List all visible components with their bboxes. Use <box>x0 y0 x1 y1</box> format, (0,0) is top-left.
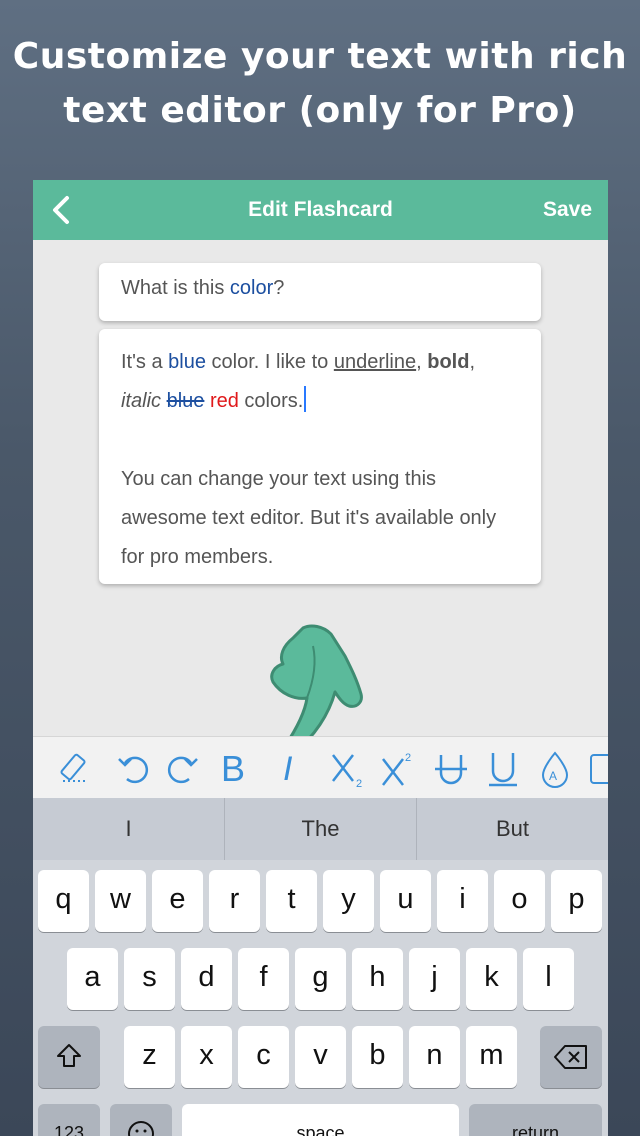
answer-underlined-word: underline <box>333 351 417 373</box>
promo-line-2: text editor (only for Pro) <box>63 90 577 131</box>
key-h[interactable]: h <box>352 948 403 1010</box>
answer-red-word: red <box>209 390 239 412</box>
key-e[interactable]: e <box>152 870 203 932</box>
answer-text: , <box>416 351 428 373</box>
key-y[interactable]: y <box>323 870 374 932</box>
key-o[interactable]: o <box>494 870 545 932</box>
bold-icon[interactable]: B <box>221 749 261 789</box>
key-b[interactable]: b <box>352 1026 403 1088</box>
svg-text:2: 2 <box>356 778 362 789</box>
key-j[interactable]: j <box>409 948 460 1010</box>
promo-line-1: Customize your text with rich <box>12 36 628 77</box>
question-suffix: ? <box>273 277 285 299</box>
strikethrough-icon[interactable] <box>431 749 471 789</box>
phone-screen: Edit Flashcard Save What is this color? … <box>33 180 608 1136</box>
key-p[interactable]: p <box>551 870 602 932</box>
key-x[interactable]: x <box>181 1026 232 1088</box>
key-u[interactable]: u <box>380 870 431 932</box>
key-d[interactable]: d <box>181 948 232 1010</box>
key-z[interactable]: z <box>124 1026 175 1088</box>
subscript-icon[interactable]: 2 <box>329 749 369 790</box>
underline-icon[interactable] <box>483 749 523 789</box>
delete-icon <box>554 1045 587 1069</box>
space-key[interactable]: space <box>182 1104 459 1136</box>
question-field[interactable]: What is this color? <box>99 263 541 321</box>
key-a[interactable]: a <box>67 948 118 1010</box>
key-c[interactable]: c <box>238 1026 289 1088</box>
text-cursor <box>304 386 307 412</box>
answer-italic-word: italic <box>121 390 162 412</box>
delete-key[interactable] <box>540 1026 602 1088</box>
key-w[interactable]: w <box>95 870 146 932</box>
svg-text:A: A <box>549 769 557 783</box>
numbers-key[interactable]: 123 <box>38 1104 100 1136</box>
key-f[interactable]: f <box>238 948 289 1010</box>
answer-paragraph-1: It's a blue color. I like to underline, … <box>121 343 519 421</box>
answer-paragraph-2: You can change your text using this awes… <box>121 468 497 568</box>
predictive-text-bar: I The But <box>33 798 608 860</box>
italic-icon[interactable]: I <box>283 749 323 789</box>
svg-text:2: 2 <box>405 752 411 764</box>
undo-icon[interactable] <box>113 749 153 789</box>
answer-text: color. I like to <box>205 351 334 373</box>
answer-blue-word: blue <box>168 351 206 373</box>
navigation-bar: Edit Flashcard Save <box>33 180 608 240</box>
key-i[interactable]: i <box>437 870 488 932</box>
text-color-icon[interactable]: A <box>535 749 575 789</box>
key-n[interactable]: n <box>409 1026 460 1088</box>
redo-icon[interactable] <box>163 749 203 789</box>
key-g[interactable]: g <box>295 948 346 1010</box>
answer-text: , <box>469 351 476 373</box>
answer-field[interactable]: It's a blue color. I like to underline, … <box>99 329 541 584</box>
suggestion-3[interactable]: But <box>417 798 608 860</box>
promo-headline: Customize your text with rich text edito… <box>0 30 640 138</box>
answer-strikethrough-word: blue <box>166 390 205 412</box>
shift-icon <box>57 1044 81 1067</box>
emoji-icon <box>128 1121 154 1136</box>
emoji-key[interactable] <box>110 1104 172 1136</box>
suggestion-2[interactable]: The <box>225 798 417 860</box>
superscript-icon[interactable]: 2 <box>379 749 419 789</box>
eraser-icon[interactable] <box>55 749 95 789</box>
keyboard: q w e r t y u i o p a s d f g h j k l z … <box>33 860 608 1136</box>
key-t[interactable]: t <box>266 870 317 932</box>
key-l[interactable]: l <box>523 948 574 1010</box>
key-v[interactable]: v <box>295 1026 346 1088</box>
key-s[interactable]: s <box>124 948 175 1010</box>
answer-text: It's a <box>121 351 169 373</box>
return-key[interactable]: return <box>469 1104 602 1136</box>
suggestion-1[interactable]: I <box>33 798 225 860</box>
question-colored-word: color <box>229 277 274 299</box>
key-k[interactable]: k <box>466 948 517 1010</box>
shift-key[interactable] <box>38 1026 100 1088</box>
question-text: What is this <box>121 277 230 299</box>
page-title: Edit Flashcard <box>248 198 393 221</box>
formatting-toolbar: B I 2 2 A <box>33 736 608 798</box>
key-m[interactable]: m <box>466 1026 517 1088</box>
background-color-icon[interactable] <box>585 749 608 789</box>
answer-text: colors. <box>238 390 304 412</box>
answer-bold-word: bold <box>427 351 470 373</box>
save-button[interactable]: Save <box>543 198 592 222</box>
key-q[interactable]: q <box>38 870 89 932</box>
key-r[interactable]: r <box>209 870 260 932</box>
